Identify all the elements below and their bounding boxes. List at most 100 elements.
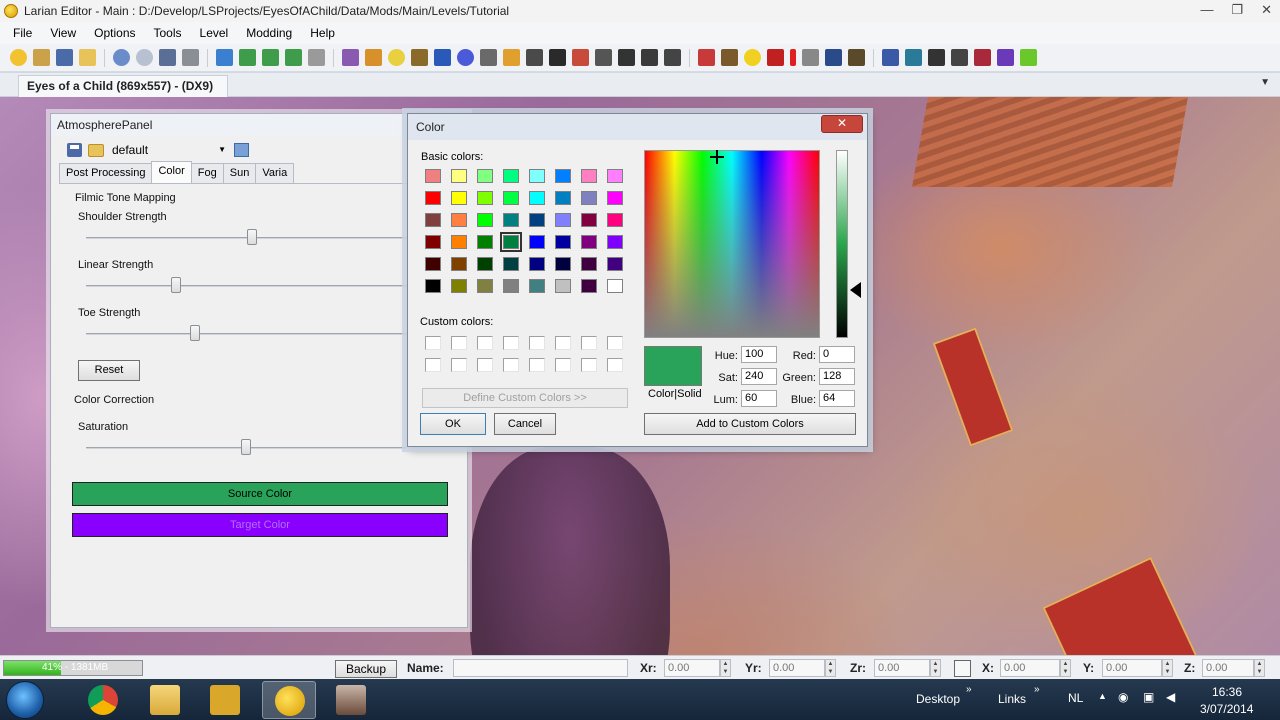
- menu-options[interactable]: Options: [87, 26, 142, 40]
- xr-field[interactable]: 0.00: [664, 659, 720, 677]
- clock-date[interactable]: 3/07/2014: [1200, 702, 1253, 716]
- link-icon[interactable]: [159, 49, 176, 66]
- gem-teal-icon[interactable]: [905, 49, 922, 66]
- xr-spinner[interactable]: ▲ ▼: [720, 659, 731, 677]
- custom-color-swatch[interactable]: [607, 336, 623, 350]
- scales-icon[interactable]: [664, 49, 681, 66]
- basic-color-swatch[interactable]: [477, 279, 493, 293]
- custom-color-swatch[interactable]: [477, 336, 493, 350]
- tab-list-dropdown-icon[interactable]: ▼: [1260, 77, 1270, 88]
- volume-icon[interactable]: ◀: [1166, 690, 1175, 704]
- basic-color-swatch[interactable]: [477, 257, 493, 271]
- basic-color-swatch[interactable]: [607, 279, 623, 293]
- doc-tab-viewport[interactable]: Eyes of a Child (869x557) - (DX9): [18, 75, 229, 97]
- pen-icon[interactable]: [802, 49, 819, 66]
- custom-color-swatch[interactable]: [425, 336, 441, 350]
- image-icon[interactable]: [234, 143, 249, 157]
- zr-spinner[interactable]: ▲ ▼: [930, 659, 941, 677]
- save-icon[interactable]: [67, 143, 82, 157]
- basic-color-swatch[interactable]: [529, 235, 545, 249]
- taskbar-perforce[interactable]: [198, 681, 252, 719]
- tab-color[interactable]: Color: [151, 161, 192, 183]
- basic-color-swatch[interactable]: [555, 257, 571, 271]
- z-field[interactable]: 0.00: [1202, 659, 1254, 677]
- book-icon[interactable]: [767, 49, 784, 66]
- taskbar-chrome[interactable]: [76, 681, 130, 719]
- language-indicator[interactable]: NL: [1068, 691, 1083, 705]
- move-icon[interactable]: [239, 49, 256, 66]
- basic-color-swatch[interactable]: [581, 191, 597, 205]
- x-spinner[interactable]: ▲ ▼: [1060, 659, 1071, 677]
- tree-icon[interactable]: [641, 49, 658, 66]
- start-button-icon[interactable]: [6, 681, 44, 719]
- snap-icon[interactable]: [308, 49, 325, 66]
- luminance-arrow-icon[interactable]: [850, 282, 861, 298]
- tab-sun[interactable]: Sun: [222, 163, 257, 183]
- clock-time[interactable]: 16:36: [1212, 685, 1242, 699]
- smiley-icon[interactable]: [10, 49, 27, 66]
- dialog-close-button[interactable]: ✕: [821, 115, 863, 133]
- basic-color-swatch[interactable]: [477, 213, 493, 227]
- backup-button[interactable]: Backup: [335, 660, 397, 678]
- basic-color-swatch[interactable]: [451, 235, 467, 249]
- luminance-slider[interactable]: [836, 150, 848, 338]
- basic-color-swatch[interactable]: [425, 235, 441, 249]
- y-field[interactable]: 0.00: [1102, 659, 1162, 677]
- paint-icon[interactable]: [526, 49, 543, 66]
- blue-field[interactable]: 64: [819, 390, 855, 407]
- preset-select[interactable]: default ▼: [110, 141, 228, 159]
- trigger-icon[interactable]: [480, 49, 497, 66]
- tab-post-processing[interactable]: Post Processing: [59, 163, 153, 183]
- basic-color-swatch[interactable]: [425, 169, 441, 183]
- rotate-icon[interactable]: [262, 49, 279, 66]
- basic-color-swatch[interactable]: [503, 213, 519, 227]
- minimize-button[interactable]: —: [1200, 2, 1213, 18]
- basic-color-swatch[interactable]: [555, 191, 571, 205]
- undo-icon[interactable]: [113, 49, 130, 66]
- source-color-button[interactable]: Source Color: [72, 482, 448, 506]
- ai-icon[interactable]: [434, 49, 451, 66]
- custom-color-swatch[interactable]: [529, 358, 545, 372]
- basic-color-swatch[interactable]: [529, 191, 545, 205]
- basic-color-swatch[interactable]: [503, 169, 519, 183]
- custom-color-swatch[interactable]: [425, 358, 441, 372]
- sphere-icon[interactable]: [457, 49, 474, 66]
- custom-color-swatch[interactable]: [607, 358, 623, 372]
- camera-icon[interactable]: [848, 49, 865, 66]
- exclamation-icon[interactable]: [790, 49, 796, 66]
- spider2-icon[interactable]: [951, 49, 968, 66]
- open-folder-icon[interactable]: [88, 143, 104, 157]
- cube-icon[interactable]: [825, 49, 842, 66]
- basic-color-swatch[interactable]: [425, 279, 441, 293]
- color-spectrum-picker[interactable]: [644, 150, 820, 338]
- gem-red-icon[interactable]: [974, 49, 991, 66]
- tray-expand-icon[interactable]: ▲: [1098, 691, 1107, 701]
- mask-icon[interactable]: [572, 49, 589, 66]
- yr-spinner[interactable]: ▲ ▼: [825, 659, 836, 677]
- x-field[interactable]: 0.00: [1000, 659, 1060, 677]
- basic-color-swatch[interactable]: [451, 169, 467, 183]
- custom-color-swatch[interactable]: [477, 358, 493, 372]
- redo-icon[interactable]: [136, 49, 153, 66]
- select-arrow-icon[interactable]: [216, 49, 233, 66]
- basic-color-swatch[interactable]: [477, 169, 493, 183]
- puzzle-icon[interactable]: [1020, 49, 1037, 66]
- save-icon[interactable]: [56, 49, 73, 66]
- basic-color-swatch[interactable]: [581, 279, 597, 293]
- chevron-right-icon[interactable]: »: [966, 684, 972, 695]
- tab-fog[interactable]: Fog: [190, 163, 224, 183]
- desktop-toolbar-label[interactable]: Desktop: [916, 692, 960, 706]
- menu-level[interactable]: Level: [193, 26, 236, 40]
- basic-color-swatch[interactable]: [581, 169, 597, 183]
- basic-color-swatch[interactable]: [607, 213, 623, 227]
- menu-tools[interactable]: Tools: [147, 26, 189, 40]
- scale-icon[interactable]: [285, 49, 302, 66]
- taskbar-explorer[interactable]: [138, 681, 192, 719]
- paste-icon[interactable]: [182, 49, 199, 66]
- menu-file[interactable]: File: [6, 26, 39, 40]
- menu-view[interactable]: View: [43, 26, 83, 40]
- basic-color-swatch[interactable]: [503, 279, 519, 293]
- basic-color-swatch[interactable]: [529, 169, 545, 183]
- checker-icon[interactable]: [618, 49, 635, 66]
- basic-color-swatch[interactable]: [503, 191, 519, 205]
